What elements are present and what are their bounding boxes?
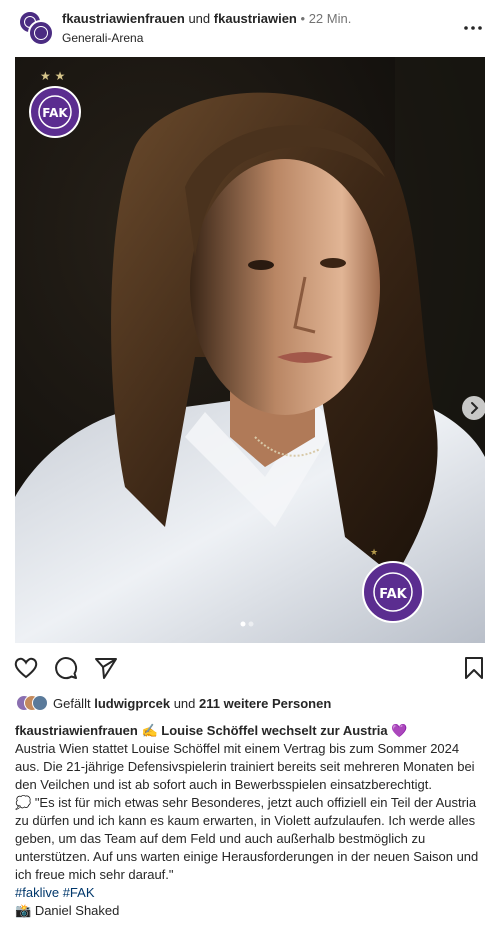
purple-heart-emoji: 💜 bbox=[391, 723, 408, 738]
author-link-primary[interactable]: fkaustriawienfrauen bbox=[62, 11, 185, 26]
avatar[interactable] bbox=[28, 20, 54, 46]
avatar[interactable] bbox=[32, 695, 48, 711]
location-link[interactable]: Generali-Arena bbox=[62, 31, 143, 45]
thought-bubble-emoji: 💭 bbox=[15, 795, 32, 810]
svg-text:FAK: FAK bbox=[42, 106, 68, 120]
chevron-right-icon bbox=[471, 402, 479, 414]
svg-text:FAK: FAK bbox=[379, 587, 407, 602]
separator-dot: • bbox=[300, 11, 306, 26]
portrait-image: ★ ★ FAK ★ FAK bbox=[15, 57, 485, 643]
carousel-indicator bbox=[240, 621, 254, 627]
more-horizontal-icon[interactable] bbox=[463, 18, 483, 38]
likes-user-link[interactable]: ludwigprcek bbox=[94, 696, 170, 711]
post-image[interactable]: ★ ★ FAK ★ FAK bbox=[15, 57, 485, 643]
likes-prefix: Gefällt bbox=[53, 696, 91, 711]
photo-credit: Daniel Shaked bbox=[34, 903, 120, 918]
post-caption: fkaustriawienfrauen ✍️ Louise Schöffel w… bbox=[15, 722, 485, 920]
likes-connector: und bbox=[173, 696, 196, 711]
svg-text:★: ★ bbox=[370, 548, 378, 558]
likes-count-link[interactable]: 211 weitere Personen bbox=[199, 696, 331, 711]
heart-icon[interactable] bbox=[13, 655, 39, 681]
author-avatars[interactable] bbox=[18, 10, 54, 46]
caption-headline: Louise Schöffel wechselt zur Austria bbox=[161, 723, 388, 738]
writing-hand-emoji: ✍️ bbox=[141, 723, 158, 738]
caption-body: Austria Wien stattet Louise Schöffel mit… bbox=[15, 741, 475, 792]
likes-text: Gefällt ludwigprcek und 211 weitere Pers… bbox=[53, 696, 331, 711]
comment-icon[interactable] bbox=[53, 655, 79, 681]
author-link-secondary[interactable]: fkaustriawien bbox=[214, 11, 297, 26]
post-time[interactable]: 22 Min. bbox=[309, 11, 352, 26]
hashtags[interactable]: #faklive #FAK bbox=[15, 884, 485, 902]
send-icon[interactable] bbox=[93, 655, 119, 681]
camera-emoji: 📸 bbox=[15, 903, 32, 918]
carousel-next-button[interactable] bbox=[462, 396, 485, 420]
caption-quote: "Es ist für mich etwas sehr Besonderes, … bbox=[15, 795, 479, 882]
post-header: fkaustriawienfrauen und fkaustriawien • … bbox=[0, 0, 500, 56]
bookmark-icon[interactable] bbox=[461, 655, 487, 681]
caption-author-link[interactable]: fkaustriawienfrauen bbox=[15, 723, 138, 738]
svg-text:★ ★: ★ ★ bbox=[40, 69, 65, 83]
author-connector: und bbox=[188, 11, 211, 26]
likes-summary: Gefällt ludwigprcek und 211 weitere Pers… bbox=[16, 695, 486, 713]
author-line: fkaustriawienfrauen und fkaustriawien • … bbox=[62, 11, 351, 26]
